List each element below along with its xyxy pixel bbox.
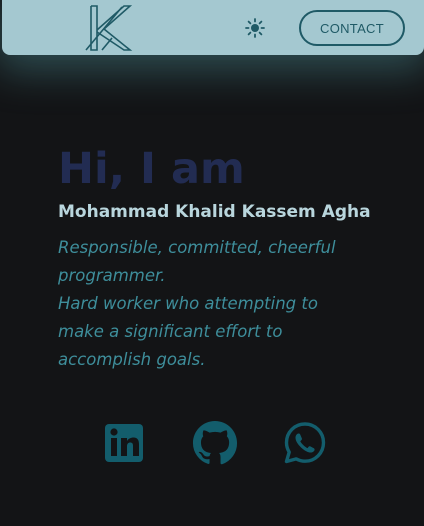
github-link[interactable] <box>190 418 240 468</box>
whatsapp-link[interactable] <box>280 418 330 468</box>
k-monogram-icon[interactable] <box>82 2 136 52</box>
contact-button[interactable]: CONTACT <box>299 10 405 46</box>
hero-section: Hi, I am Mohammad Khalid Kassem Agha Res… <box>58 140 388 374</box>
tagline-line: Responsible, committed, cheerful program… <box>58 238 336 285</box>
theme-toggle-button[interactable] <box>243 16 267 40</box>
hero-name: Mohammad Khalid Kassem Agha <box>58 202 371 222</box>
linkedin-link[interactable] <box>99 418 149 468</box>
tagline-line: Hard worker who attempting to make a sig… <box>58 294 318 369</box>
sun-icon <box>245 18 265 38</box>
navbar: CONTACT <box>2 0 424 55</box>
hero-tagline: Responsible, committed, cheerful program… <box>58 234 368 374</box>
whatsapp-icon <box>284 422 326 464</box>
linkedin-icon <box>105 424 143 462</box>
hero-greeting: Hi, I am <box>58 144 245 194</box>
github-icon <box>192 420 238 465</box>
